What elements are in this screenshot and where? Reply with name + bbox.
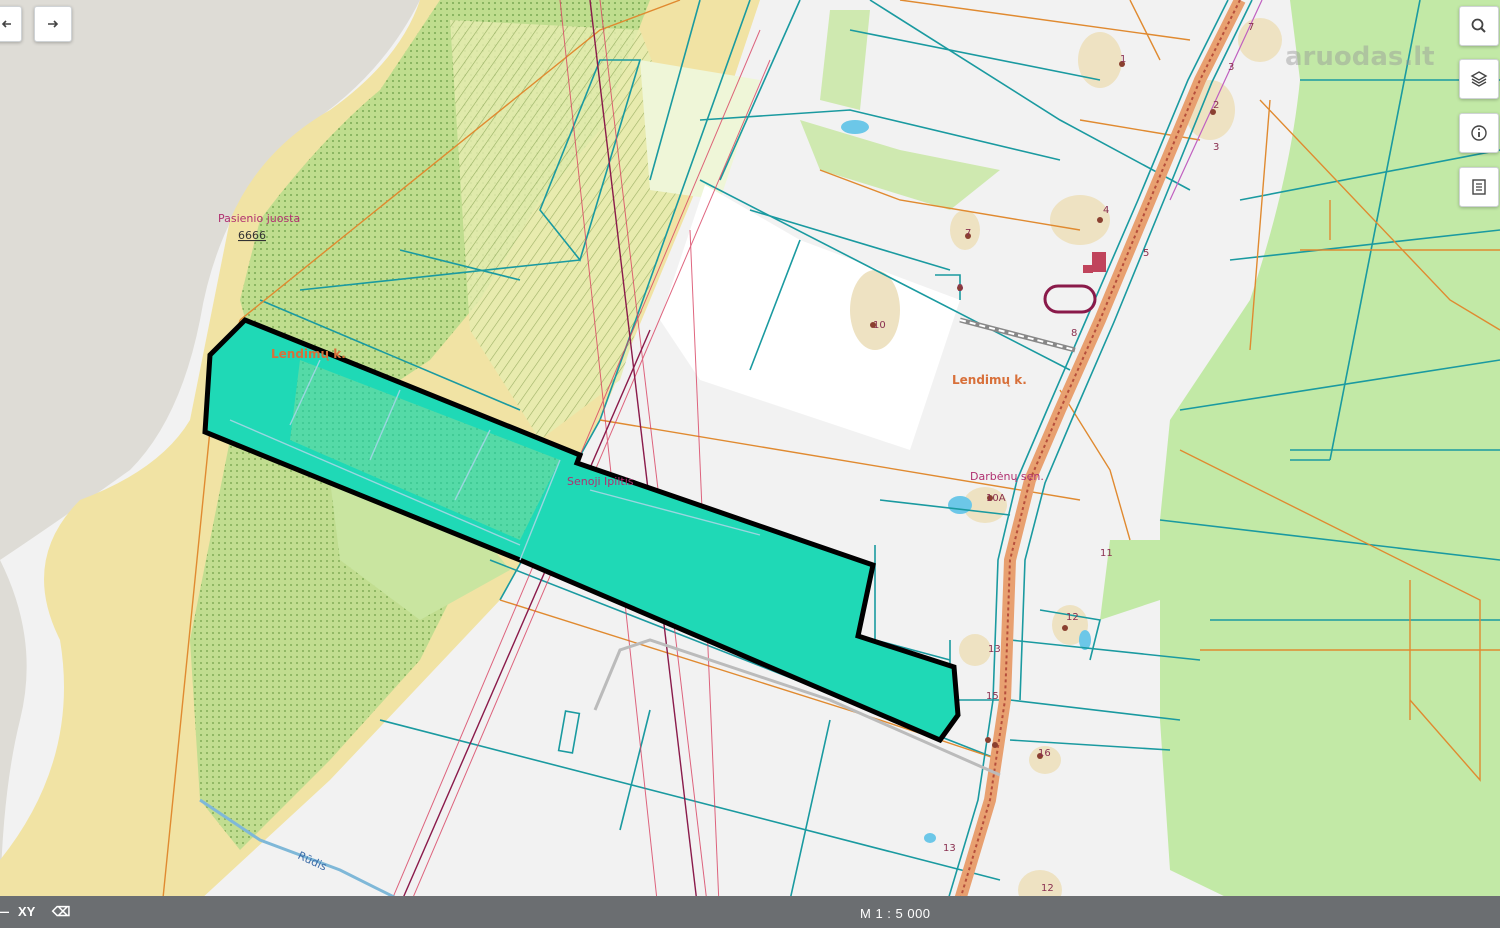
search-button[interactable] <box>1459 6 1499 46</box>
parcel-2: 2 <box>1213 100 1219 111</box>
legend-icon <box>1472 179 1486 195</box>
label-senoji: Senoji Ipiltis <box>567 475 634 488</box>
parcel-3b: 3 <box>1213 142 1219 153</box>
layers-icon <box>1470 71 1488 87</box>
parcel-1: 1 <box>1120 54 1126 65</box>
back-button[interactable] <box>0 6 22 42</box>
parcel-15: 15 <box>986 691 999 702</box>
parcel-7b: 7 <box>965 228 971 239</box>
layers-button[interactable] <box>1459 59 1499 99</box>
parcel-12b: 12 <box>1041 883 1054 894</box>
label-lendimu-right: Lendimų k. <box>952 373 1027 387</box>
parcel-8: 8 <box>1071 328 1077 339</box>
parcel-5: 5 <box>1143 248 1149 259</box>
label-pasienio-num: 6666 <box>238 229 266 242</box>
forward-button[interactable] <box>34 6 72 42</box>
eraser-icon[interactable]: ⌫ <box>52 904 70 920</box>
parcel-7a: 7 <box>1248 22 1254 33</box>
parcel-4: 4 <box>1103 205 1109 216</box>
parcel-10: 10 <box>873 320 886 331</box>
parcel-9: 9 <box>957 283 963 294</box>
legend-button[interactable] <box>1459 167 1499 207</box>
parcel-12a: 12 <box>1066 612 1079 623</box>
info-button[interactable] <box>1459 113 1499 153</box>
cadastral-map[interactable]: Pasienio juosta 6666 Lendimų k. Lendimų … <box>0 0 1500 928</box>
label-pasienio: Pasienio juosta <box>218 212 300 225</box>
label-darbenu: Darbėnų sen. <box>970 470 1044 483</box>
parcel-13a: 13 <box>988 644 1001 655</box>
info-icon <box>1471 125 1487 141</box>
map-scale: M 1 : 5 000 <box>860 906 931 921</box>
arrow-left-icon <box>1 20 11 28</box>
aruodas-watermark: aruodas.lt <box>1285 42 1435 72</box>
xy-coordinates-button[interactable]: XY <box>18 904 35 919</box>
parcel-16: 16 <box>1038 748 1051 759</box>
parcel-3a: 3 <box>1228 62 1234 73</box>
collapse-icon[interactable]: — <box>0 904 9 919</box>
parcel-13b: 13 <box>943 843 956 854</box>
bottom-toolbar: — XY ⌫ M 1 : 5 000 <box>0 896 1500 928</box>
arrow-right-icon <box>48 20 59 28</box>
label-lendimu-left: Lendimų k. <box>271 347 346 361</box>
parcel-11: 11 <box>1100 548 1113 559</box>
parcel-10a: 10A <box>986 493 1006 504</box>
search-icon <box>1471 18 1486 33</box>
